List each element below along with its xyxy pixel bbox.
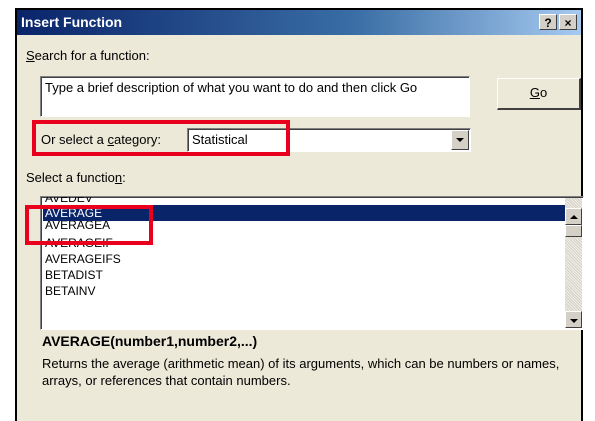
list-item[interactable]: AVERAGEA bbox=[43, 221, 565, 229]
search-label: Search for a function: bbox=[26, 48, 150, 63]
insert-function-dialog: Insert Function ? × Search for a functio… bbox=[15, 8, 584, 421]
category-dropdown-button[interactable] bbox=[451, 130, 469, 150]
function-list-items: AVEDEV AVERAGE AVERAGEA AVERAGEIF AVERAG… bbox=[43, 197, 565, 299]
function-list[interactable]: AVEDEV AVERAGE AVERAGEA AVERAGEIF AVERAG… bbox=[40, 196, 584, 330]
list-item-selected[interactable]: AVERAGE bbox=[43, 205, 565, 221]
go-button-label: o bbox=[539, 85, 548, 100]
function-signature: AVERAGE(number1,number2,...) bbox=[42, 333, 258, 349]
category-label-text-end: ategory: bbox=[113, 132, 161, 147]
category-label-text: Or select a bbox=[41, 132, 108, 147]
go-button-accelerator: G bbox=[529, 85, 540, 100]
list-item[interactable]: AVEDEV bbox=[43, 197, 565, 205]
category-label: Or select a category: bbox=[41, 132, 161, 147]
scroll-down-button[interactable] bbox=[565, 311, 582, 328]
close-icon: × bbox=[564, 16, 572, 30]
go-button[interactable]: Go bbox=[497, 78, 581, 110]
search-label-text: earch for a function: bbox=[34, 48, 150, 63]
close-button[interactable]: × bbox=[559, 14, 577, 30]
list-item[interactable]: AVERAGEIFS bbox=[43, 251, 565, 267]
chevron-down-icon bbox=[456, 138, 464, 142]
function-list-scrollbar[interactable] bbox=[565, 198, 582, 328]
chevron-down-icon bbox=[570, 319, 578, 323]
search-input[interactable]: Type a brief description of what you wan… bbox=[40, 76, 470, 117]
category-selected-value: Statistical bbox=[192, 132, 248, 147]
help-button[interactable]: ? bbox=[539, 14, 557, 30]
function-list-label-text-end: : bbox=[122, 170, 126, 185]
scroll-up-button[interactable] bbox=[565, 208, 582, 225]
scroll-thumb[interactable] bbox=[565, 225, 582, 237]
search-label-accelerator: S bbox=[26, 48, 35, 63]
category-select[interactable]: Statistical bbox=[187, 128, 471, 152]
dialog-title: Insert Function bbox=[21, 14, 123, 30]
function-list-label: Select a function: bbox=[26, 170, 126, 185]
dialog-title-bar[interactable]: Insert Function ? × bbox=[17, 10, 581, 35]
search-input-text: Type a brief description of what you wan… bbox=[45, 80, 418, 95]
list-item[interactable]: BETADIST bbox=[43, 267, 565, 283]
help-icon: ? bbox=[544, 16, 552, 30]
chevron-up-icon bbox=[570, 215, 578, 219]
list-item[interactable]: BETAINV bbox=[43, 283, 565, 299]
function-list-label-text: Select a functio bbox=[26, 170, 115, 185]
list-item[interactable]: AVERAGEIF bbox=[43, 235, 565, 251]
function-description: Returns the average (arithmetic mean) of… bbox=[42, 356, 560, 388]
